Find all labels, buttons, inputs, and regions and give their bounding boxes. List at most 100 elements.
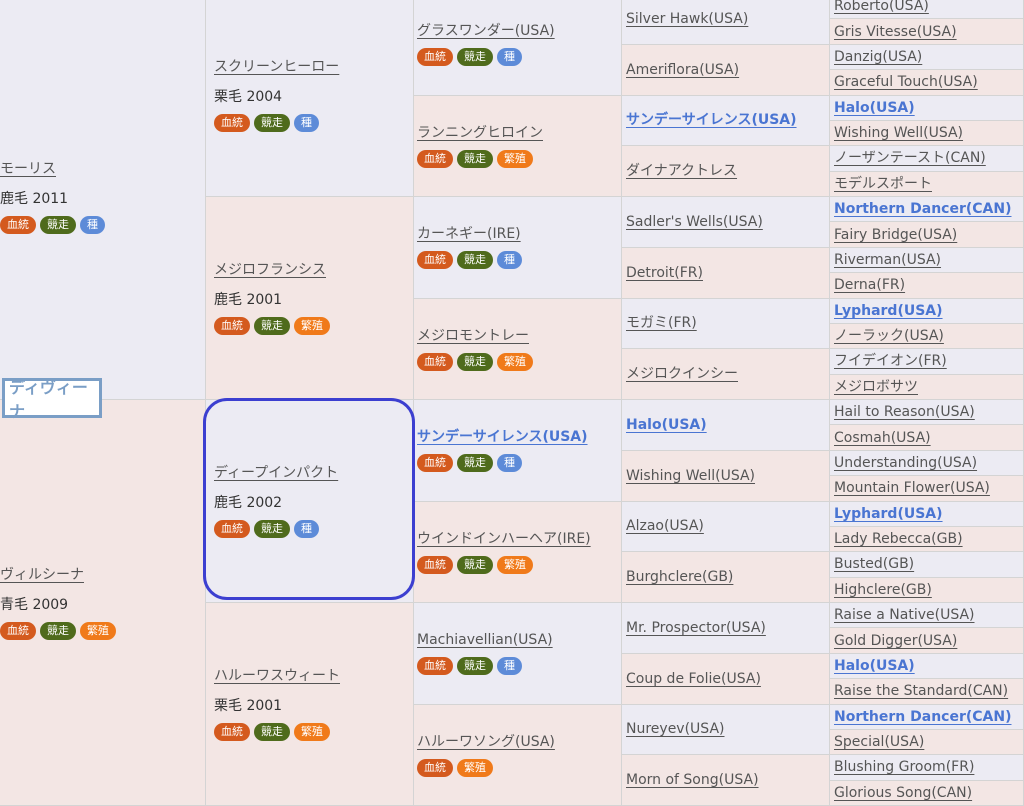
ancestor-name-link[interactable]: ランニングヒロイン <box>417 124 621 142</box>
tag-blood[interactable]: 血統 <box>417 150 453 168</box>
tag-blood[interactable]: 血統 <box>417 556 453 574</box>
ancestor-name-link[interactable]: Northern Dancer(CAN) <box>834 200 1023 218</box>
ancestor-name-link[interactable]: メジロフランシス <box>214 261 413 279</box>
tag-blood[interactable]: 血統 <box>417 759 453 777</box>
tag-blood[interactable]: 血統 <box>417 454 453 472</box>
ancestor-name-link[interactable]: Nureyev(USA) <box>626 720 829 738</box>
tag-breed[interactable]: 繁殖 <box>497 353 533 371</box>
tag-stud[interactable]: 種 <box>497 657 522 675</box>
ancestor-name-link[interactable]: Gris Vitesse(USA) <box>834 23 1023 41</box>
tag-breed[interactable]: 繁殖 <box>294 723 330 741</box>
ancestor-name-link[interactable]: メジロボサツ <box>834 378 1023 396</box>
ancestor-name-link[interactable]: Understanding(USA) <box>834 454 1023 472</box>
tag-race[interactable]: 競走 <box>457 353 493 371</box>
ancestor-name-link[interactable]: Coup de Folie(USA) <box>626 670 829 688</box>
ancestor-name-link[interactable]: Mr. Prospector(USA) <box>626 619 829 637</box>
ancestor-name-link[interactable]: Halo(USA) <box>834 657 1023 675</box>
ancestor-name-link[interactable]: ダイナアクトレス <box>626 162 829 180</box>
ancestor-name-link[interactable]: モガミ(FR) <box>626 314 829 332</box>
tag-stud[interactable]: 種 <box>497 251 522 269</box>
tag-stud[interactable]: 種 <box>80 216 105 234</box>
ancestor-name-link[interactable]: Alzao(USA) <box>626 517 829 535</box>
ancestor-name-link[interactable]: カーネギー(IRE) <box>417 225 621 243</box>
tag-breed[interactable]: 繁殖 <box>497 150 533 168</box>
ancestor-name-link[interactable]: Lyphard(USA) <box>834 505 1023 523</box>
tag-blood[interactable]: 血統 <box>0 622 36 640</box>
ancestor-name-link[interactable]: Glorious Song(CAN) <box>834 784 1023 802</box>
tag-race[interactable]: 競走 <box>254 723 290 741</box>
ancestor-name-link[interactable]: サンデーサイレンス(USA) <box>417 428 621 446</box>
tag-stud[interactable]: 種 <box>294 520 319 538</box>
ancestor-name-link[interactable]: グラスワンダー(USA) <box>417 22 621 40</box>
ancestor-name-link[interactable]: メジロクインシー <box>626 365 829 383</box>
ancestor-name-link[interactable]: Cosmah(USA) <box>834 429 1023 447</box>
tag-blood[interactable]: 血統 <box>214 723 250 741</box>
ancestor-name-link[interactable]: Danzig(USA) <box>834 48 1023 66</box>
ancestor-name-link[interactable]: Blushing Groom(FR) <box>834 758 1023 776</box>
tag-blood[interactable]: 血統 <box>214 520 250 538</box>
tag-race[interactable]: 競走 <box>457 556 493 574</box>
ancestor-name-link[interactable]: ヴィルシーナ <box>0 566 205 584</box>
tag-blood[interactable]: 血統 <box>417 251 453 269</box>
tag-breed[interactable]: 繁殖 <box>80 622 116 640</box>
ancestor-name-link[interactable]: Derna(FR) <box>834 276 1023 294</box>
ancestor-name-link[interactable]: Busted(GB) <box>834 555 1023 573</box>
tag-stud[interactable]: 種 <box>497 48 522 66</box>
ancestor-name-link[interactable]: Hail to Reason(USA) <box>834 403 1023 421</box>
ancestor-name-link[interactable]: Wishing Well(USA) <box>626 467 829 485</box>
tag-blood[interactable]: 血統 <box>417 353 453 371</box>
tag-race[interactable]: 競走 <box>457 150 493 168</box>
ancestor-name-link[interactable]: Special(USA) <box>834 733 1023 751</box>
ancestor-name-link[interactable]: ウインドインハーヘア(IRE) <box>417 530 621 548</box>
ancestor-name-link[interactable]: Halo(USA) <box>626 416 829 434</box>
tag-race[interactable]: 競走 <box>254 317 290 335</box>
tag-stud[interactable]: 種 <box>497 454 522 472</box>
tag-breed[interactable]: 繁殖 <box>457 759 493 777</box>
tag-breed[interactable]: 繁殖 <box>497 556 533 574</box>
ancestor-name-link[interactable]: ディープインパクト <box>214 464 413 482</box>
tag-blood[interactable]: 血統 <box>214 317 250 335</box>
tag-stud[interactable]: 種 <box>294 114 319 132</box>
tag-race[interactable]: 競走 <box>254 520 290 538</box>
ancestor-name-link[interactable]: Detroit(FR) <box>626 264 829 282</box>
ancestor-name-link[interactable]: メジロモントレー <box>417 327 621 345</box>
tag-race[interactable]: 競走 <box>457 251 493 269</box>
tag-blood[interactable]: 血統 <box>417 657 453 675</box>
ancestor-name-link[interactable]: Raise the Standard(CAN) <box>834 682 1023 700</box>
ancestor-name-link[interactable]: モデルスポート <box>834 175 1023 193</box>
tag-race[interactable]: 競走 <box>40 622 76 640</box>
tag-race[interactable]: 競走 <box>40 216 76 234</box>
ancestor-name-link[interactable]: Highclere(GB) <box>834 581 1023 599</box>
tag-race[interactable]: 競走 <box>457 454 493 472</box>
ancestor-name-link[interactable]: ハルーワソング(USA) <box>417 733 621 751</box>
ancestor-name-link[interactable]: ノーラック(USA) <box>834 327 1023 345</box>
ancestor-name-link[interactable]: Machiavellian(USA) <box>417 631 621 649</box>
ancestor-name-link[interactable]: ノーザンテースト(CAN) <box>834 149 1023 167</box>
ancestor-name-link[interactable]: Sadler's Wells(USA) <box>626 213 829 231</box>
ancestor-name-link[interactable]: Roberto(USA) <box>834 0 1023 15</box>
ancestor-name-link[interactable]: Riverman(USA) <box>834 251 1023 269</box>
ancestor-name-link[interactable]: Lyphard(USA) <box>834 302 1023 320</box>
ancestor-name-link[interactable]: Mountain Flower(USA) <box>834 479 1023 497</box>
ancestor-name-link[interactable]: Raise a Native(USA) <box>834 606 1023 624</box>
ancestor-name-link[interactable]: ハルーワスウィート <box>214 667 413 685</box>
tag-blood[interactable]: 血統 <box>0 216 36 234</box>
tag-race[interactable]: 競走 <box>457 657 493 675</box>
tag-race[interactable]: 競走 <box>254 114 290 132</box>
ancestor-name-link[interactable]: Northern Dancer(CAN) <box>834 708 1023 726</box>
ancestor-name-link[interactable]: Lady Rebecca(GB) <box>834 530 1023 548</box>
ancestor-name-link[interactable]: Burghclere(GB) <box>626 568 829 586</box>
ancestor-name-link[interactable]: Fairy Bridge(USA) <box>834 226 1023 244</box>
ancestor-name-link[interactable]: Ameriflora(USA) <box>626 61 829 79</box>
ancestor-name-link[interactable]: サンデーサイレンス(USA) <box>626 111 829 129</box>
ancestor-name-link[interactable]: Wishing Well(USA) <box>834 124 1023 142</box>
ancestor-name-link[interactable]: Graceful Touch(USA) <box>834 73 1023 91</box>
ancestor-name-link[interactable]: Morn of Song(USA) <box>626 771 829 789</box>
ancestor-name-link[interactable]: Halo(USA) <box>834 99 1023 117</box>
tag-breed[interactable]: 繁殖 <box>294 317 330 335</box>
ancestor-name-link[interactable]: スクリーンヒーロー <box>214 58 413 76</box>
ancestor-name-link[interactable]: フイデイオン(FR) <box>834 352 1023 370</box>
ancestor-name-link[interactable]: モーリス <box>0 160 205 178</box>
ancestor-name-link[interactable]: Gold Digger(USA) <box>834 632 1023 650</box>
tag-blood[interactable]: 血統 <box>417 48 453 66</box>
